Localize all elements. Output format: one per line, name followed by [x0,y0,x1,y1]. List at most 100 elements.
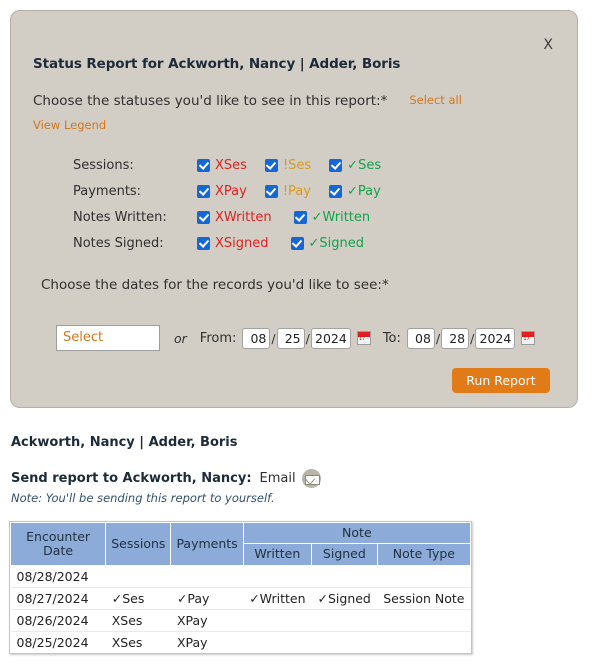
status-row-label: Notes Written: [73,209,167,225]
th-note-group: Note [242,521,472,545]
cell-payments: ✓Pay [170,586,244,610]
checkbox-checked-icon[interactable] [264,184,278,198]
status-option[interactable]: ✓Pay [328,183,381,199]
send-report-line: Send report to Ackworth, Nancy: Email [11,469,321,488]
or-label: or [174,330,187,346]
cell-sessions [105,564,171,588]
status-option[interactable]: ✓Ses [329,158,381,173]
statuses-prompt-text: Choose the statuses you'd like to see in… [33,93,388,109]
statuses-prompt-row: Choose the statuses you'd like to see in… [33,93,462,109]
checkbox-checked-icon[interactable] [197,158,210,172]
cell-signed [311,564,378,588]
from-sep-2: / [305,330,310,346]
status-row: Sessions: XSes !Ses ✓Ses [73,152,399,178]
checkbox-checked-icon[interactable] [197,236,210,250]
to-sep-1: / [435,330,441,346]
status-option[interactable]: XWritten [197,210,272,225]
status-option-label: !Pay [282,183,311,199]
checkbox-checked-icon[interactable] [264,158,278,172]
cell-written [243,608,312,632]
status-row-label: Payments: [73,183,142,199]
status-option[interactable]: !Pay [264,183,311,199]
cell-sessions: XSes [105,608,171,632]
select-all-link[interactable]: Select all [409,93,462,107]
cell-payments [170,564,244,588]
checkbox-checked-icon[interactable] [197,184,210,198]
to-day-input[interactable]: 28 [441,327,470,349]
email-label: Email [259,471,296,486]
from-day-input[interactable]: 25 [276,327,305,349]
date-range-select[interactable]: Select [56,325,160,351]
cell-note-type [377,608,471,632]
cell-date: 08/26/2024 [10,608,106,632]
th-sessions: Sessions [105,522,172,566]
cell-note-type: Session Note [377,586,471,610]
cell-note-type [377,630,471,654]
cell-date: 08/25/2024 [10,630,106,654]
cell-written: ✓Written [243,586,312,610]
th-signed: Signed [311,543,378,566]
status-option-label: ✓Pay [346,183,381,199]
cell-date: 08/28/2024 [10,564,106,588]
checkbox-checked-icon[interactable] [197,210,210,224]
report-table: Encounter Date Sessions Payments Note Wr… [9,521,472,654]
table-row[interactable]: 08/25/2024 XSes XPay [10,630,471,654]
status-option[interactable]: XSigned [197,236,269,251]
checkbox-checked-icon[interactable] [290,236,304,250]
status-row-label: Sessions: [73,157,134,173]
checkbox-checked-icon[interactable] [329,158,343,172]
cell-signed [311,630,378,654]
status-option-label: XPay [215,183,247,199]
status-option[interactable]: XSes [197,158,247,173]
to-calendar-icon[interactable] [521,331,536,345]
th-encounter-date: Encounter Date [9,522,107,566]
from-year-input[interactable]: 2024 [310,327,351,349]
cell-signed: ✓Signed [311,586,378,610]
th-payments: Payments [170,522,244,566]
table-row[interactable]: 08/26/2024 XSes XPay [10,608,471,632]
to-month-input[interactable]: 08 [406,327,435,349]
status-option-label: ✓Signed [308,235,365,251]
from-sep-1: / [271,330,276,346]
report-table-head: Encounter Date Sessions Payments Note Wr… [9,521,472,566]
status-row-label: Notes Signed: [73,235,164,251]
cell-sessions: ✓Ses [105,586,171,610]
modal-title: Status Report for Ackworth, Nancy | Adde… [33,56,401,72]
table-row[interactable]: 08/28/2024 [10,564,471,588]
table-row[interactable]: 08/27/2024 ✓Ses ✓Pay ✓Written ✓Signed Session… [10,586,471,610]
th-note-type: Note Type [376,543,472,566]
view-legend-link[interactable]: View Legend [33,118,106,132]
from-month-input[interactable]: 08 [242,327,271,349]
cell-sessions: XSes [105,630,171,654]
self-send-note: Note: You'll be sending this report to y… [11,491,275,505]
cell-date: 08/27/2024 [10,586,106,610]
checkbox-checked-icon[interactable] [293,210,307,224]
status-option-label: ✓Ses [347,157,382,173]
date-controls-row: Select or From: 08 / 25 / 2024 To: 08 / … [56,325,536,351]
status-report-modal: X Status Report for Ackworth, Nancy | Ad… [10,10,578,408]
header-row-top: Encounter Date Sessions Payments Note [9,521,472,566]
to-sep-2: / [470,330,475,346]
run-report-button[interactable]: Run Report [452,368,550,393]
status-option[interactable]: !Ses [264,157,312,173]
dates-prompt: Choose the dates for the records you'd l… [41,277,389,293]
checkbox-checked-icon[interactable] [328,184,342,198]
from-label: From: [199,330,237,346]
close-icon[interactable]: X [543,38,553,52]
send-report-label: Send report to Ackworth, Nancy: [11,471,252,486]
th-written: Written [242,543,313,566]
cell-signed [311,608,378,632]
status-option-label: !Ses [282,157,312,173]
cell-written [243,564,312,588]
status-option-label: XSigned [215,235,269,251]
from-calendar-icon[interactable] [356,331,371,345]
to-label: To: [382,330,401,346]
cell-payments: XPay [170,630,244,654]
status-row: Notes Written: XWritten ✓Written [73,204,399,230]
status-option[interactable]: ✓Written [293,210,370,225]
status-option[interactable]: XPay [197,184,247,199]
to-year-input[interactable]: 2024 [475,327,516,349]
envelope-icon[interactable] [301,469,321,488]
status-checkbox-grid: Sessions: XSes !Ses ✓Ses Payments: XPay !Pay ✓P… [73,152,399,256]
status-option[interactable]: ✓Signed [290,235,365,251]
